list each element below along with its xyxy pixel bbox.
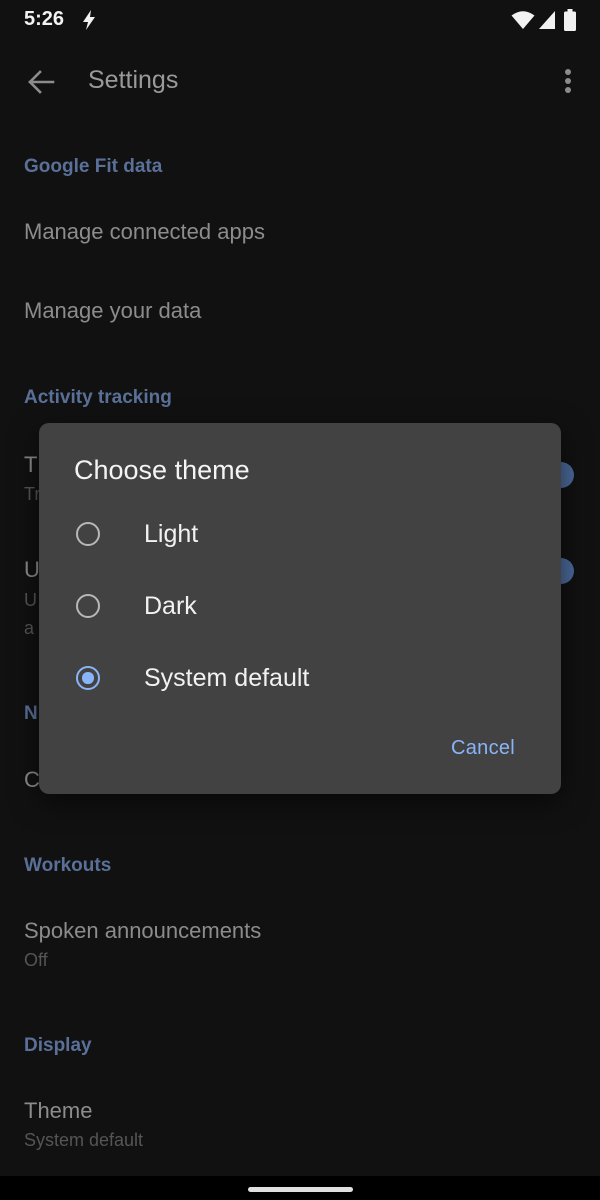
track-activities-title[interactable]: T: [24, 452, 37, 478]
theme-option-dark[interactable]: Dark: [39, 575, 561, 641]
spoken-announcements-value: Off: [24, 950, 48, 970]
section-header-google-fit: Google Fit data: [24, 156, 163, 177]
status-time: 5:26: [24, 8, 65, 30]
manage-your-data-item[interactable]: Manage your data: [24, 298, 201, 324]
section-header-workouts: Workouts: [24, 855, 112, 876]
option-label: System default: [144, 664, 310, 692]
section-header-activity-tracking: Activity tracking: [24, 387, 172, 408]
wifi-icon: [511, 11, 535, 29]
theme-value: System default: [24, 1130, 144, 1150]
spoken-announcements-title[interactable]: Spoken announcements: [24, 918, 261, 944]
battery-icon: [564, 9, 576, 31]
dialog-title: Choose theme: [74, 455, 250, 485]
theme-option-light[interactable]: Light: [39, 503, 561, 569]
option-label: Light: [144, 520, 199, 548]
theme-option-system-default[interactable]: System default: [39, 647, 561, 713]
radio-button[interactable]: [76, 522, 100, 546]
notifications-item[interactable]: C: [24, 767, 40, 793]
signal-icon: [539, 11, 555, 29]
radio-button[interactable]: [76, 594, 100, 618]
use-location-title[interactable]: U: [24, 557, 40, 583]
manage-connected-apps-item[interactable]: Manage connected apps: [24, 219, 265, 245]
home-gesture-handle[interactable]: [248, 1187, 353, 1192]
use-location-summary-line1: U: [24, 590, 37, 610]
section-header-notifications: N: [24, 703, 38, 724]
option-label: Dark: [144, 592, 197, 620]
section-header-display: Display: [24, 1035, 92, 1056]
theme-title[interactable]: Theme: [24, 1098, 92, 1124]
back-arrow-icon[interactable]: [26, 67, 56, 97]
radio-button-checked[interactable]: [76, 666, 100, 690]
radio-dot: [82, 672, 94, 684]
more-vert-icon[interactable]: [556, 67, 580, 97]
choose-theme-dialog: Choose theme Light Dark System default C…: [39, 423, 561, 794]
flash-icon: [83, 10, 95, 30]
use-location-summary-line2: a: [24, 618, 35, 638]
cancel-button[interactable]: Cancel: [451, 737, 515, 760]
track-activities-summary: Tr: [24, 484, 41, 504]
page-title: Settings: [88, 66, 179, 94]
